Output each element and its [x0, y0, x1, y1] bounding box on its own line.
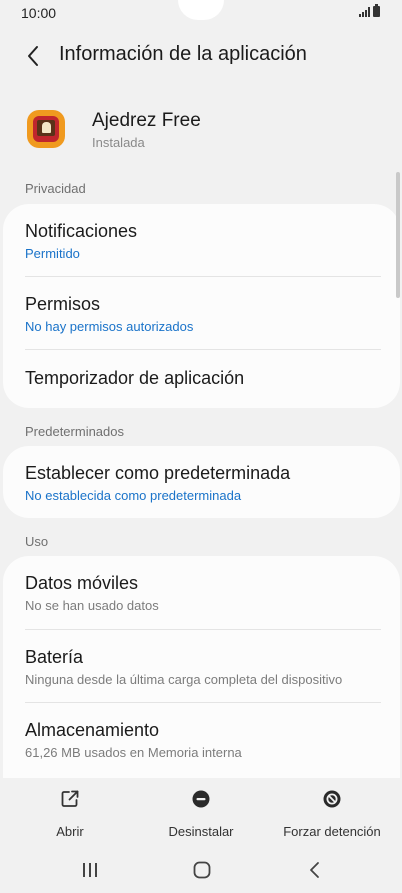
set-default-item[interactable]: Establecer como predeterminada No establ…	[3, 446, 400, 518]
signal-icon	[359, 7, 370, 17]
usage-card: Datos móviles No se han usado datos Bate…	[3, 556, 400, 778]
system-icons	[359, 4, 380, 17]
home-button[interactable]	[182, 856, 222, 884]
recent-apps-icon	[83, 863, 97, 877]
permissions-title: Permisos	[25, 294, 101, 314]
app-icon	[27, 110, 65, 148]
set-default-subtitle: No establecida como predeterminada	[25, 488, 242, 503]
open-label: Abrir	[56, 824, 84, 839]
notifications-title: Notificaciones	[25, 221, 138, 241]
permissions-subtitle: No hay permisos autorizados	[25, 319, 194, 334]
action-bar: Abrir Desinstalar Forzar detención	[0, 778, 402, 844]
app-timer-item[interactable]: Temporizador de aplicación	[3, 350, 400, 408]
navigation-bar	[0, 848, 402, 893]
uninstall-icon	[192, 790, 210, 808]
set-default-title: Establecer como predeterminada	[25, 463, 291, 483]
privacy-card: Notificaciones Permitido Permisos No hay…	[3, 204, 400, 408]
notifications-subtitle: Permitido	[25, 246, 80, 261]
force-stop-label: Forzar detención	[283, 824, 381, 839]
nav-back-button[interactable]	[295, 856, 335, 884]
scrollbar[interactable]	[396, 172, 400, 298]
mobile-data-subtitle: No se han usado datos	[25, 598, 159, 613]
app-summary: Ajedrez Free Instalada	[0, 100, 402, 160]
storage-item[interactable]: Almacenamiento 61,26 MB usados en Memori…	[3, 703, 400, 776]
defaults-card: Establecer como predeterminada No establ…	[3, 446, 400, 518]
app-status: Instalada	[92, 135, 145, 150]
nav-back-icon	[310, 862, 319, 878]
battery-title: Batería	[25, 647, 84, 667]
battery-subtitle: Ninguna desde la última carga completa d…	[25, 672, 343, 687]
storage-title: Almacenamiento	[25, 720, 160, 740]
uninstall-button[interactable]: Desinstalar	[161, 778, 241, 840]
mobile-data-title: Datos móviles	[25, 573, 139, 593]
home-icon	[193, 861, 211, 879]
section-label-privacy: Privacidad	[25, 181, 86, 196]
battery-item[interactable]: Batería Ninguna desde la última carga co…	[3, 630, 400, 703]
app-name: Ajedrez Free	[92, 110, 201, 131]
back-button[interactable]	[18, 41, 48, 71]
page-title: Información de la aplicación	[59, 43, 307, 65]
app-bar: Información de la aplicación	[0, 30, 402, 80]
camera-notch	[178, 0, 224, 20]
recent-apps-button[interactable]	[70, 856, 110, 884]
section-label-defaults: Predeterminados	[25, 424, 124, 439]
status-time: 10:00	[21, 5, 57, 21]
back-arrow-icon	[28, 46, 38, 66]
status-bar: 10:00	[0, 0, 402, 28]
section-label-usage: Uso	[25, 534, 49, 549]
battery-icon	[373, 4, 380, 17]
app-timer-title: Temporizador de aplicación	[25, 368, 245, 388]
storage-subtitle: 61,26 MB usados en Memoria interna	[25, 745, 242, 760]
mobile-data-item[interactable]: Datos móviles No se han usado datos	[3, 556, 400, 629]
permissions-item[interactable]: Permisos No hay permisos autorizados	[3, 277, 400, 350]
open-external-icon	[61, 790, 79, 807]
uninstall-label: Desinstalar	[168, 824, 234, 839]
notifications-item[interactable]: Notificaciones Permitido	[3, 204, 400, 277]
open-button[interactable]: Abrir	[40, 778, 100, 840]
force-stop-icon	[323, 790, 341, 808]
force-stop-button[interactable]: Forzar detención	[280, 778, 384, 840]
